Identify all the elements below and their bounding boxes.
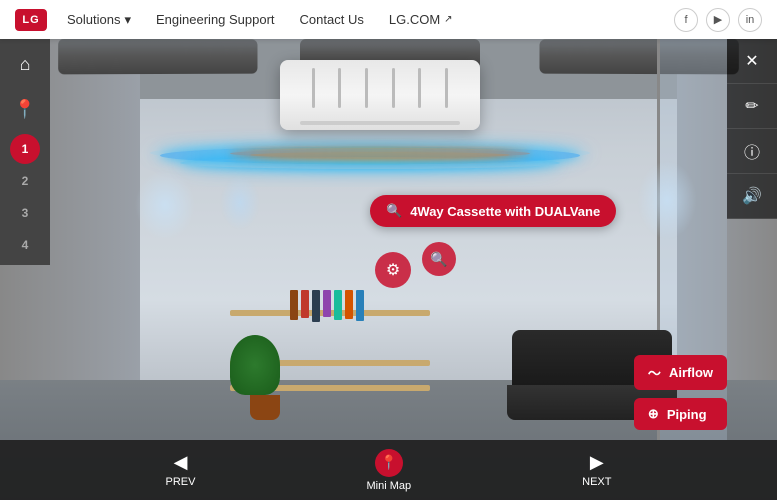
prev-button[interactable]: ◀ PREV	[166, 452, 196, 488]
plant-leaves	[230, 335, 280, 395]
mist-spray-center	[220, 175, 260, 230]
ac-vent	[312, 68, 315, 108]
settings-icon: ⚙	[386, 260, 400, 280]
edit-icon: ✏	[745, 96, 758, 116]
book	[301, 290, 309, 318]
ac-vent	[445, 68, 448, 108]
ac-vent	[338, 68, 341, 108]
logo[interactable]: LG	[15, 9, 47, 31]
settings-button[interactable]: ⚙	[375, 252, 411, 288]
plant	[240, 335, 290, 420]
close-icon: ✕	[745, 51, 758, 71]
product-label: 4Way Cassette with DUALVane	[410, 204, 600, 219]
ac-body	[280, 60, 480, 130]
step-1[interactable]: 1	[10, 134, 40, 164]
nav-link-engineering-support[interactable]: Engineering Support	[156, 12, 275, 27]
chevron-down-icon: ▾	[124, 12, 131, 28]
float-buttons: 〜 Airflow ⊕ Piping	[634, 355, 727, 430]
duct-pipe-left	[58, 39, 257, 75]
books	[290, 290, 364, 322]
step-2[interactable]: 2	[10, 166, 40, 196]
small-search-button[interactable]: 🔍	[422, 242, 456, 276]
plant-pot	[250, 395, 280, 420]
sound-button[interactable]: 🔊	[727, 174, 777, 219]
next-label: NEXT	[582, 476, 611, 488]
left-sidebar: ⌂ 📍 1 2 3 4	[0, 39, 50, 265]
piping-label: Piping	[667, 407, 707, 422]
book	[356, 290, 364, 321]
info-button[interactable]: ⓘ	[727, 129, 777, 174]
airflow-icon: 〜	[648, 363, 661, 382]
navigation-bar: LG Solutions ▾ Engineering Support Conta…	[0, 0, 777, 39]
search-bubble-icon: 🔍	[386, 203, 402, 219]
nav-links: Solutions ▾ Engineering Support Contact …	[67, 12, 674, 28]
ac-vents	[280, 60, 480, 116]
external-link-icon: ↗	[444, 14, 452, 25]
edit-button[interactable]: ✏	[727, 84, 777, 129]
location-icon: 📍	[14, 99, 36, 120]
mist-spray-left	[135, 170, 195, 240]
book	[334, 290, 342, 320]
facebook-icon[interactable]: f	[674, 8, 698, 32]
minimap-icon: 📍	[375, 449, 403, 477]
ac-vent	[365, 68, 368, 108]
minimap-label: Mini Map	[366, 480, 411, 492]
linkedin-icon[interactable]: in	[738, 8, 762, 32]
home-button[interactable]: ⌂	[0, 39, 50, 89]
step-4[interactable]: 4	[10, 230, 40, 260]
nav-link-contact[interactable]: Contact Us	[300, 12, 364, 27]
info-icon: ⓘ	[744, 139, 760, 163]
social-links: f ▶ in	[674, 8, 762, 32]
nav-link-solutions[interactable]: Solutions ▾	[67, 12, 131, 28]
step-3[interactable]: 3	[10, 198, 40, 228]
minimap-button[interactable]: 📍 Mini Map	[366, 449, 411, 492]
piping-button[interactable]: ⊕ Piping	[634, 398, 727, 430]
ac-vent	[418, 68, 421, 108]
next-icon: ▶	[590, 452, 604, 473]
blue-airflow-wave-2	[180, 157, 560, 169]
airflow-button[interactable]: 〜 Airflow	[634, 355, 727, 390]
airflow-label: Airflow	[669, 365, 713, 380]
ac-unit	[280, 60, 480, 130]
orange-airflow-wave-2	[250, 152, 510, 158]
book	[345, 290, 353, 319]
piping-icon: ⊕	[648, 406, 659, 422]
prev-icon: ◀	[174, 452, 188, 473]
lg-logo: LG	[15, 9, 47, 31]
next-button[interactable]: ▶ NEXT	[582, 452, 611, 488]
search-icon: 🔍	[430, 251, 447, 268]
mist-spray-right	[637, 160, 697, 240]
book	[323, 290, 331, 317]
home-icon: ⌂	[20, 54, 31, 75]
book	[290, 290, 298, 320]
ac-vent	[392, 68, 395, 108]
book	[312, 290, 320, 322]
prev-label: PREV	[166, 476, 196, 488]
product-search-bubble[interactable]: 🔍 4Way Cassette with DUALVane	[370, 195, 616, 227]
nav-link-lgcom[interactable]: LG.COM ↗	[389, 12, 453, 27]
step-list: 1 2 3 4	[0, 129, 50, 265]
sound-icon: 🔊	[742, 186, 762, 206]
right-sidebar: ✕ ✏ ⓘ 🔊	[727, 39, 777, 219]
youtube-icon[interactable]: ▶	[706, 8, 730, 32]
location-button[interactable]: 📍	[0, 89, 50, 129]
bottom-navigation: ◀ PREV 📍 Mini Map ▶ NEXT	[0, 440, 777, 500]
close-button[interactable]: ✕	[727, 39, 777, 84]
